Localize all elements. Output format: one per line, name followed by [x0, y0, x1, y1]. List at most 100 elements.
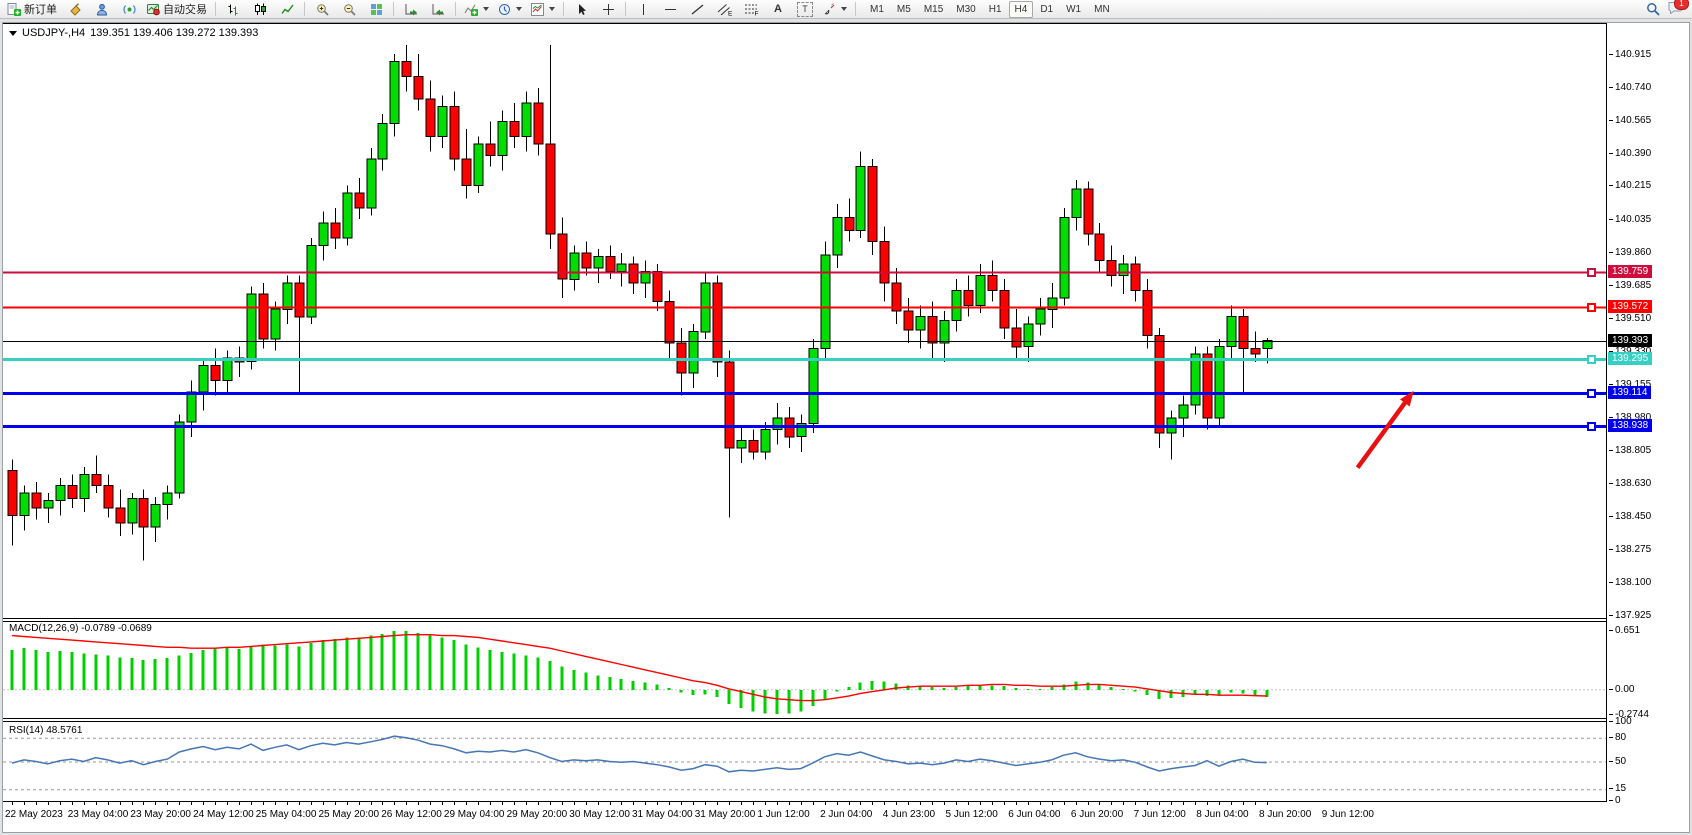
signals-button[interactable]: [116, 0, 142, 18]
time-label: 4 Jun 23:00: [883, 809, 935, 820]
search-icon[interactable]: [1646, 2, 1660, 16]
mt4-terminal: { "toolbar": { "new_order_label": "新订单",…: [0, 0, 1692, 835]
hline-anchor[interactable]: [1588, 304, 1595, 311]
cursor-tool-button[interactable]: [568, 0, 594, 18]
profile-button[interactable]: [89, 0, 115, 18]
template-icon: [531, 3, 544, 16]
fibonacci-tool-button[interactable]: F: [738, 0, 764, 18]
svg-text:F: F: [754, 10, 758, 16]
macd-pane: [3, 631, 1606, 714]
chart-menu-icon[interactable]: [9, 31, 17, 36]
hline-anchor[interactable]: [1588, 390, 1595, 397]
timeframe-toolbar: M1M5M15M30H1H4D1W1MN: [864, 1, 1116, 18]
hline-price-badge[interactable]: 138.938: [1608, 419, 1652, 432]
rsi-line: [12, 736, 1267, 772]
timeframe-mn[interactable]: MN: [1088, 1, 1116, 18]
time-label: 8 Jun 20:00: [1259, 809, 1311, 820]
timeframe-d1[interactable]: D1: [1034, 1, 1059, 18]
timeframe-w1[interactable]: W1: [1060, 1, 1087, 18]
chart-styles-button[interactable]: [62, 0, 88, 18]
chart-plot-area[interactable]: [3, 23, 1607, 806]
timeframe-m1[interactable]: M1: [864, 1, 890, 18]
hline-price-badge[interactable]: 139.572: [1608, 300, 1652, 313]
new-order-button[interactable]: 新订单: [3, 0, 61, 18]
time-label: 1 Jun 12:00: [757, 809, 809, 820]
time-label: 25 May 20:00: [319, 809, 380, 820]
price-tick: 138.805: [1615, 445, 1651, 457]
hline-anchor[interactable]: [1588, 356, 1595, 363]
timeframe-h4[interactable]: H4: [1009, 1, 1034, 18]
hline-anchor[interactable]: [1588, 269, 1595, 276]
price-tick: 140.215: [1615, 180, 1651, 192]
indicators-button[interactable]: [460, 0, 493, 18]
price-tick: 139.510: [1615, 313, 1651, 325]
signal-icon: [123, 3, 136, 16]
dropdown-caret-icon: [549, 7, 555, 11]
time-label: 8 Jun 04:00: [1196, 809, 1248, 820]
price-tick: 15: [1615, 783, 1626, 795]
text-tool-icon: A: [774, 3, 782, 15]
zoom-out-button[interactable]: [336, 0, 362, 18]
auto-scroll-button[interactable]: [398, 0, 424, 18]
hline-price-badge[interactable]: 139.759: [1608, 265, 1652, 278]
periods-button[interactable]: [494, 0, 526, 18]
clock-icon: [498, 3, 511, 16]
timeframe-m5[interactable]: M5: [891, 1, 917, 18]
trendline-tool-button[interactable]: [684, 0, 710, 18]
toolbar-separator: [855, 2, 856, 16]
dropdown-caret-icon: [483, 7, 489, 11]
crosshair-icon: [602, 3, 615, 16]
price-tick: 138.630: [1615, 478, 1651, 490]
equidistant-channel-tool-button[interactable]: E: [711, 0, 737, 18]
chart-frame: [3, 23, 1607, 805]
main-toolbar: 新订单 自动交易: [0, 0, 1692, 19]
line-chart-mode-button[interactable]: [274, 0, 300, 18]
templates-button[interactable]: [527, 0, 559, 18]
tile-windows-icon: [370, 3, 383, 16]
hline-price-badge[interactable]: 139.295: [1608, 352, 1652, 365]
horizontal-line-icon: [664, 3, 677, 16]
hline-anchor[interactable]: [1588, 423, 1595, 430]
auto-trading-icon: [147, 3, 160, 16]
ohlc-bars-icon: [227, 3, 240, 16]
timeframe-m15[interactable]: M15: [918, 1, 949, 18]
toolbar-separator: [215, 2, 216, 16]
time-label: 23 May 04:00: [68, 809, 129, 820]
indicators-icon: [464, 3, 478, 16]
vertical-line-tool-button[interactable]: [630, 0, 656, 18]
chart-shift-button[interactable]: [425, 0, 451, 18]
rsi-indicator-label: RSI(14) 48.5761: [9, 725, 82, 736]
price-tick: 0.651: [1615, 625, 1640, 637]
cursor-icon: [576, 3, 587, 16]
candlestick-mode-button[interactable]: [247, 0, 273, 18]
trendline-icon: [691, 3, 704, 16]
time-label: 22 May 2023: [5, 809, 63, 820]
timeframe-m30[interactable]: M30: [950, 1, 981, 18]
price-tick: 140.035: [1615, 214, 1651, 226]
price-tick: 0.00: [1615, 684, 1634, 696]
text-tool-button[interactable]: A: [765, 0, 791, 18]
price-tick: 80: [1615, 732, 1626, 744]
crosshair-tool-button[interactable]: [595, 0, 621, 18]
auto-trading-button[interactable]: 自动交易: [143, 0, 211, 18]
candlestick-icon: [254, 3, 267, 16]
price-tick: 140.565: [1615, 115, 1651, 127]
time-label: 24 May 12:00: [193, 809, 254, 820]
arrows-tool-button[interactable]: [819, 0, 851, 18]
current-price-badge[interactable]: 139.393: [1608, 334, 1652, 347]
hline-price-badge[interactable]: 139.114: [1608, 386, 1651, 399]
text-label-tool-button[interactable]: T: [792, 0, 818, 18]
tile-windows-button[interactable]: [363, 0, 389, 18]
bar-chart-mode-button[interactable]: [220, 0, 246, 18]
vertical-line-icon: [639, 3, 648, 16]
time-label: 30 May 12:00: [569, 809, 630, 820]
zoom-in-button[interactable]: [309, 0, 335, 18]
horizontal-line-tool-button[interactable]: [657, 0, 683, 18]
timeframe-h1[interactable]: H1: [983, 1, 1008, 18]
arrow-annotation[interactable]: [1358, 391, 1414, 468]
notifications-button[interactable]: 1: [1668, 1, 1683, 17]
time-label: 9 Jun 12:00: [1322, 809, 1374, 820]
time-label: 2 Jun 04:00: [820, 809, 872, 820]
zoom-out-icon: [343, 3, 356, 16]
chart-window[interactable]: USDJPY-,H4 139.351 139.406 139.272 139.3…: [2, 22, 1690, 833]
